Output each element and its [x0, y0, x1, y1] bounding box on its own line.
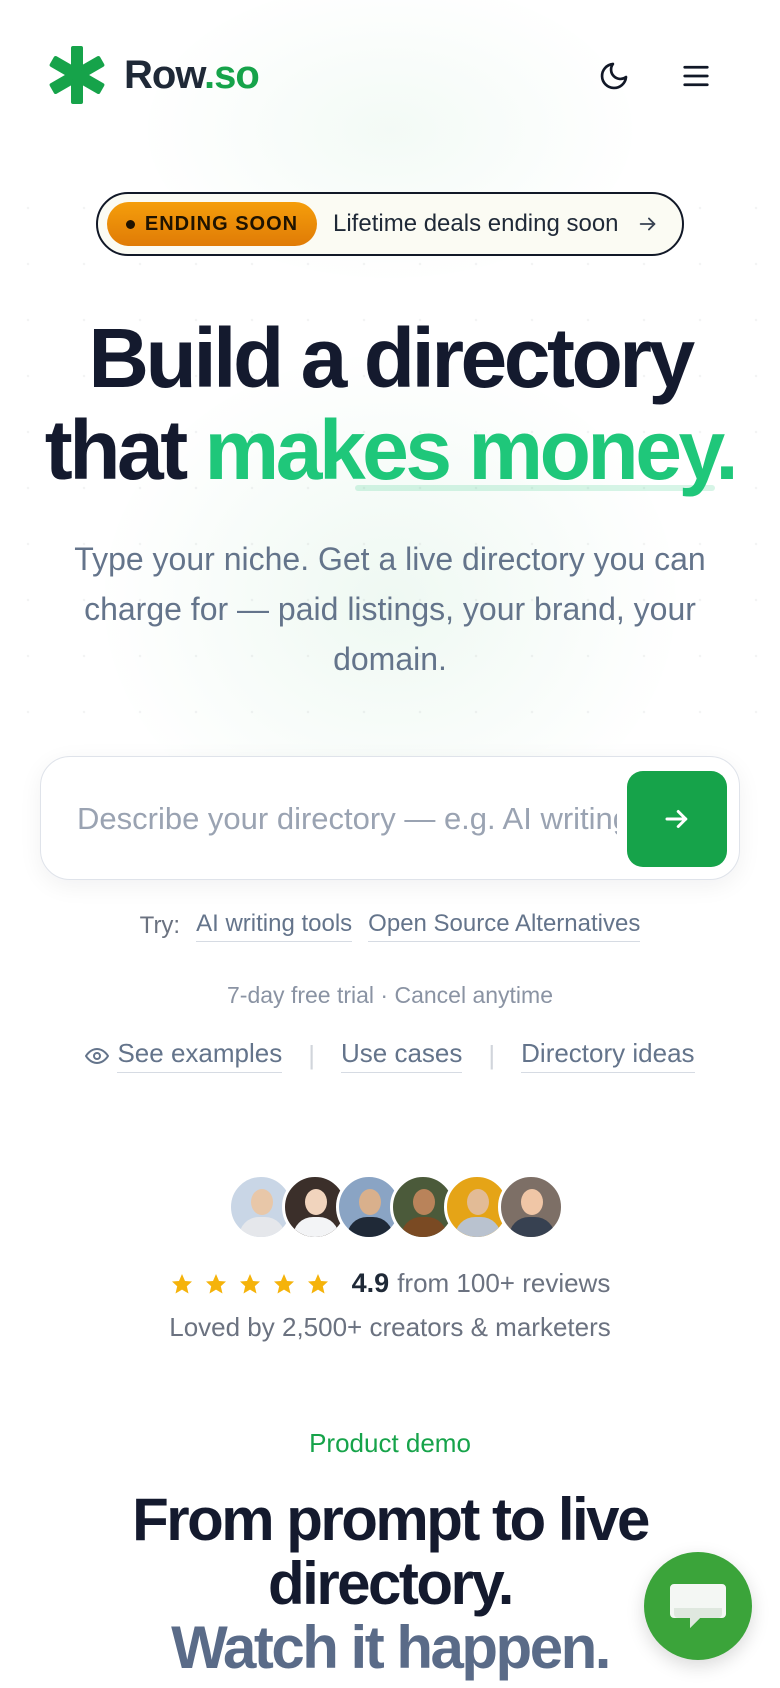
- brand-name: Row.so: [124, 52, 260, 97]
- see-examples-label: See examples: [117, 1038, 283, 1073]
- hero-title-plain: that: [44, 403, 205, 497]
- deal-text: Lifetime deals ending soon: [333, 210, 619, 237]
- suggestion-chip[interactable]: AI writing tools: [196, 910, 353, 942]
- rating-row: 4.9 from 100+ reviews: [0, 1268, 780, 1299]
- section-eyebrow: Product demo: [309, 1428, 471, 1458]
- star-icon: [239, 1273, 260, 1293]
- arrow-right-icon: [639, 217, 655, 231]
- suggestion-chip[interactable]: Open Source Alternatives: [368, 910, 641, 942]
- star-icon: [205, 1273, 226, 1293]
- ending-soon-badge: ENDING SOON: [107, 202, 317, 246]
- trial-note: 7-day free trial · Cancel anytime: [227, 982, 553, 1008]
- hero-subtitle: Type your niche. Get a live directory yo…: [74, 541, 706, 677]
- theme-toggle-button[interactable]: [594, 56, 634, 96]
- star-icon: [307, 1273, 328, 1293]
- loved-by-text: Loved by 2,500+ creators & marketers: [169, 1312, 611, 1342]
- customer-avatars: [228, 1174, 564, 1240]
- star-icon: [273, 1273, 294, 1293]
- page: Row.so ENDING SOON Lifetime deals ending…: [0, 0, 780, 1688]
- explore-links: See examples | Use cases | Directory ide…: [0, 1038, 780, 1073]
- directory-prompt-input[interactable]: [77, 791, 617, 847]
- hamburger-menu-icon: [683, 65, 709, 87]
- hero-title: Build a directory that makes money.: [0, 312, 780, 496]
- rating-value: 4.9: [351, 1268, 390, 1298]
- use-cases-link[interactable]: Use cases: [340, 1038, 463, 1073]
- asterisk-logo-icon: [49, 46, 105, 104]
- directory-ideas-link[interactable]: Directory ideas: [521, 1038, 695, 1073]
- suggestion-row: Try: AI writing tools Open Source Altern…: [0, 910, 780, 942]
- reviews-count: from 100+ reviews: [397, 1268, 611, 1298]
- site-header: Row.so: [0, 0, 780, 150]
- link-separator: |: [308, 1040, 315, 1070]
- eye-icon: [85, 1047, 110, 1064]
- try-label: Try:: [139, 912, 181, 939]
- link-separator: |: [488, 1040, 496, 1070]
- demo-title-line2: Watch it happen.: [171, 1614, 611, 1681]
- lifetime-deal-banner[interactable]: ENDING SOON Lifetime deals ending soon: [96, 192, 684, 256]
- demo-title-line1: From prompt to live directory.: [132, 1486, 650, 1617]
- star-icon: [171, 1273, 192, 1293]
- chat-widget-button[interactable]: [644, 1552, 752, 1660]
- see-examples-link[interactable]: See examples: [85, 1038, 283, 1073]
- chat-bubble-icon: [670, 1584, 726, 1628]
- demo-section-title: From prompt to live directory. Watch it …: [40, 1488, 740, 1680]
- star-rating: [170, 1272, 330, 1296]
- brand-logo[interactable]: Row.so: [48, 46, 260, 104]
- avatar: [498, 1174, 564, 1240]
- arrow-right-icon: [665, 810, 688, 828]
- generate-submit-button[interactable]: [627, 771, 727, 867]
- badge-label: ENDING SOON: [144, 212, 299, 235]
- directory-prompt-box: [40, 756, 740, 880]
- hero-title-accent: makes money.: [204, 403, 739, 497]
- moon-icon: [600, 62, 628, 90]
- menu-button[interactable]: [676, 56, 716, 96]
- hero-title-line1: Build a directory: [88, 311, 695, 405]
- badge-dot: [125, 219, 135, 229]
